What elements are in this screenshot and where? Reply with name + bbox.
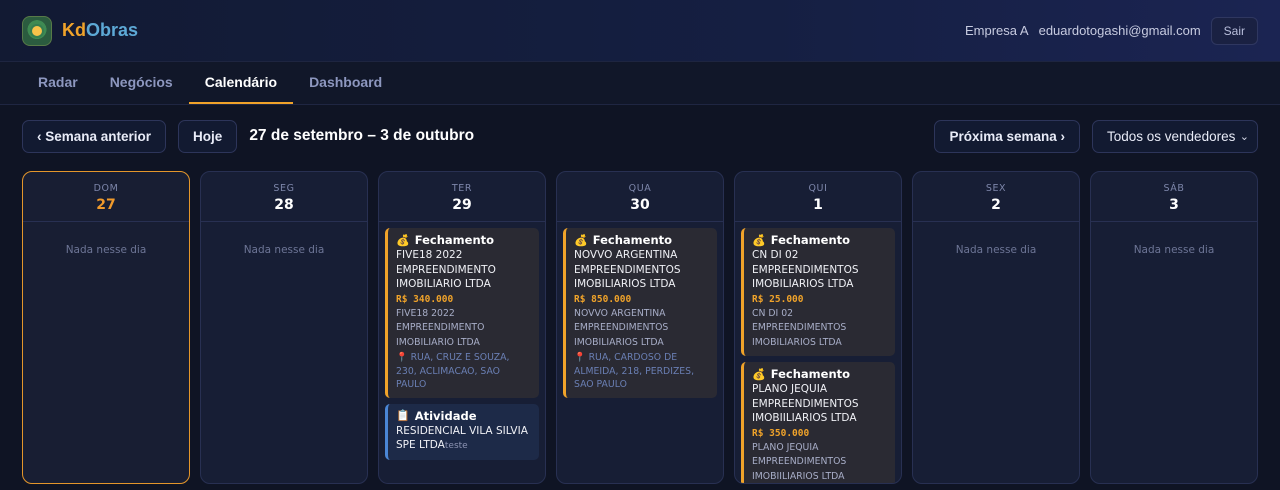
day-column-sex[interactable]: SEX 2 Nada nesse dia <box>912 171 1080 484</box>
user-email: eduardotogashi@gmail.com <box>1038 23 1201 38</box>
day-header: SEG 28 <box>201 172 367 222</box>
day-name: TER <box>451 183 473 194</box>
event-company: FIVE18 2022 EMPREENDIMENTO IMOBILIARIO L… <box>396 307 485 348</box>
day-header: TER 29 <box>379 172 545 222</box>
day-number: 27 <box>96 197 116 213</box>
day-number: 3 <box>1169 197 1179 213</box>
empty-day-label: Nada nesse dia <box>955 244 1037 256</box>
event-title: 💰 Fechamento <box>752 367 889 381</box>
closing-event-card[interactable]: 💰 Fechamento CN DI 02 EMPREENDIMENTOS IM… <box>741 228 895 356</box>
event-address: 📍 RUA, CRUZ E SOUZA, 230, ACLIMACAO, SAO … <box>396 351 533 392</box>
event-title: 💰 Fechamento <box>396 233 533 247</box>
day-column-ter[interactable]: TER 29 💰 Fechamento FIVE18 2022 EMPREEND… <box>378 171 546 484</box>
event-value: R$ 25.000 <box>752 293 804 305</box>
app-logo-icon[interactable] <box>22 15 52 46</box>
empty-day-label: Nada nesse dia <box>243 244 325 256</box>
event-type: Fechamento <box>770 233 851 247</box>
logout-button[interactable]: Sair <box>1210 16 1258 45</box>
day-name: QUA <box>628 183 652 194</box>
closing-event-card[interactable]: 💰 Fechamento NOVVO ARGENTINA EMPREENDIME… <box>563 228 717 398</box>
day-number: 2 <box>991 197 1001 213</box>
today-button[interactable]: Hoje <box>178 119 238 153</box>
tab-negocios[interactable]: Negócios <box>94 62 189 104</box>
day-header: QUI 1 <box>735 172 901 222</box>
day-header: SEX 2 <box>913 172 1079 222</box>
week-calendar: DOM 27 Nada nesse dia SEG 28 Nada nesse … <box>0 153 1280 484</box>
map-pin-icon: 📍 <box>574 352 586 363</box>
clipboard-icon: 📋 <box>396 409 410 422</box>
address-text: RUA, CRUZ E SOUZA, 230, ACLIMACAO, SAO P… <box>396 352 510 390</box>
day-name: QUI <box>808 183 828 194</box>
money-bag-icon: 💰 <box>574 233 588 247</box>
event-type: Fechamento <box>770 367 851 381</box>
empty-day-label: Nada nesse dia <box>1133 244 1215 256</box>
event-company: NOVVO ARGENTINA EMPREENDIMENTOS IMOBILIA… <box>574 307 669 348</box>
app-brand[interactable]: KdObras <box>62 20 138 41</box>
brand-part-1: Kd <box>62 20 86 40</box>
brand-part-2: Obras <box>86 20 139 40</box>
chevron-down-icon: ⌄ <box>1239 130 1249 143</box>
event-title: 💰 Fechamento <box>574 233 711 247</box>
week-range-title: 27 de setembro – 3 de outubro <box>249 127 475 144</box>
event-company: CN DI 02 EMPREENDIMENTOS IMOBILIARIOS LT… <box>752 307 847 348</box>
day-name: DOM <box>93 183 119 194</box>
tab-radar[interactable]: Radar <box>22 62 94 104</box>
event-type: Fechamento <box>592 233 673 247</box>
money-bag-icon: 💰 <box>752 367 766 381</box>
day-header: DOM 27 <box>23 172 189 222</box>
day-number: 28 <box>274 197 294 213</box>
day-number: 30 <box>630 197 650 213</box>
calendar-toolbar: ‹ Semana anterior Hoje 27 de setembro – … <box>0 105 1280 153</box>
day-number: 29 <box>452 197 472 213</box>
activity-event-card[interactable]: 📋 Atividade RESIDENCIAL VILA SILVIA SPE … <box>385 403 539 460</box>
event-name: FIVE18 2022 EMPREENDIMENTO IMOBILIARIO L… <box>396 249 496 290</box>
day-column-qui[interactable]: QUI 1 💰 Fechamento CN DI 02 EMPREENDIMEN… <box>734 171 902 484</box>
event-title: 💰 Fechamento <box>752 233 889 247</box>
event-name: NOVVO ARGENTINA EMPREENDIMENTOS IMOBILIA… <box>574 249 681 290</box>
day-column-seg[interactable]: SEG 28 Nada nesse dia <box>200 171 368 484</box>
day-name: SEX <box>985 183 1007 194</box>
event-type: Fechamento <box>414 233 495 247</box>
tab-calendario[interactable]: Calendário <box>188 62 294 104</box>
event-value: R$ 340.000 <box>396 293 454 305</box>
day-number: 1 <box>813 197 823 213</box>
day-name: SEG <box>273 183 295 194</box>
day-header: QUA 30 <box>557 172 723 222</box>
main-nav: Radar Negócios Calendário Dashboard <box>0 62 1280 105</box>
event-name: CN DI 02 EMPREENDIMENTOS IMOBILIARIOS LT… <box>752 249 859 290</box>
event-note: teste <box>444 441 468 451</box>
event-type: Atividade <box>414 408 477 423</box>
seller-filter-value: Todos os vendedores <box>1107 128 1236 144</box>
event-value: R$ 350.000 <box>752 427 810 439</box>
event-name: PLANO JEQUIA EMPREENDIMENTOS IMOBIILIARI… <box>752 383 859 424</box>
empty-day-label: Nada nesse dia <box>65 244 147 256</box>
event-value: R$ 850.000 <box>574 293 632 305</box>
next-week-button[interactable]: Próxima semana › <box>934 119 1080 153</box>
day-column-sab[interactable]: SÁB 3 Nada nesse dia <box>1090 171 1258 484</box>
prev-week-button[interactable]: ‹ Semana anterior <box>22 119 167 153</box>
address-text: RUA, CARDOSO DE ALMEIDA, 218, PERDIZES, … <box>574 352 695 390</box>
map-pin-icon: 📍 <box>396 352 408 363</box>
event-address: 📍 RUA, CARDOSO DE ALMEIDA, 218, PERDIZES,… <box>574 351 711 392</box>
top-bar: KdObras Empresa A eduardotogashi@gmail.c… <box>0 0 1280 62</box>
event-title: 📋 Atividade <box>396 409 533 423</box>
money-bag-icon: 💰 <box>752 233 766 247</box>
day-column-dom[interactable]: DOM 27 Nada nesse dia <box>22 171 190 484</box>
seller-filter-select[interactable]: Todos os vendedores ⌄ <box>1092 119 1258 153</box>
closing-event-card[interactable]: 💰 Fechamento FIVE18 2022 EMPREENDIMENTO … <box>385 228 539 398</box>
event-company: PLANO JEQUIA EMPREENDIMENTOS IMOBIILIARI… <box>752 441 847 482</box>
company-name: Empresa A <box>965 23 1029 38</box>
closing-event-card[interactable]: 💰 Fechamento PLANO JEQUIA EMPREENDIMENTO… <box>741 362 895 483</box>
tab-dashboard[interactable]: Dashboard <box>293 62 398 104</box>
user-area: Empresa A eduardotogashi@gmail.com Sair <box>965 16 1258 45</box>
day-column-qua[interactable]: QUA 30 💰 Fechamento NOVVO ARGENTINA EMPR… <box>556 171 724 484</box>
day-header: SÁB 3 <box>1091 172 1257 222</box>
event-name: RESIDENCIAL VILA SILVIA SPE LTDAteste <box>396 424 533 454</box>
day-name: SÁB <box>1163 183 1185 194</box>
money-bag-icon: 💰 <box>396 233 410 247</box>
